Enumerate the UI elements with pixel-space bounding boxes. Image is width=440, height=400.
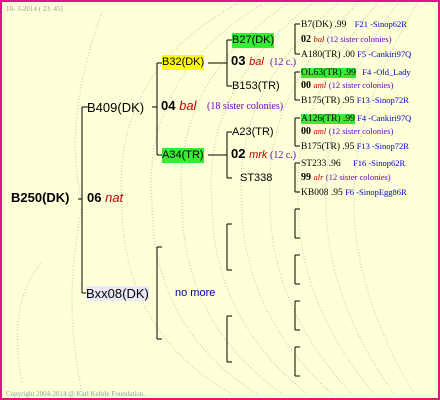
ggf-queen-code[interactable]: B153(TR) — [232, 79, 280, 94]
grandfather-queen-code[interactable]: A34(TR) — [162, 148, 204, 163]
ancestor-entry[interactable]: OL63(TR) .99 F4 -Old_Lady — [301, 66, 411, 79]
father-no-more-note: no more — [175, 287, 216, 299]
ancestor-entry[interactable]: A126(TR) .99 F4 -Cankiri97Q — [301, 112, 411, 125]
father-queen-code[interactable]: Bxx08(DK) — [86, 286, 149, 301]
mother-generation: 04 bal — [161, 98, 197, 113]
ancestor-entry[interactable]: A180(TR) .00 F5 -Cankiri97Q — [301, 48, 411, 61]
grandmother-generation: 03 bal — [231, 53, 264, 68]
ggm-breed-line: 02 bal (12 sister colonies) — [301, 34, 392, 45]
ggm-queen-code[interactable]: B27(DK) — [232, 33, 275, 48]
gf2-breed-line: 99 alr (12 sister colonies) — [301, 172, 391, 183]
mother-queen-code[interactable]: B409(DK) — [87, 100, 144, 115]
ancestor-entry[interactable]: B175(TR) .95 F13 -Sinop72R — [301, 140, 409, 153]
pedigree-panel: 18- 3-2014 ( 23: 45) B250(DK) 06 nat B40… — [0, 0, 440, 400]
gm2-queen-code[interactable]: A23(TR) — [232, 125, 274, 140]
copyright-footer: Copyright 2004-2014 @ Karl Kehrle Founda… — [6, 390, 146, 398]
ancestor-entry[interactable]: ST233 .96 F16 -Sinop62R — [301, 157, 405, 170]
root-queen-code[interactable]: B250(DK) — [11, 191, 70, 204]
root-generation: 06 nat — [87, 190, 124, 205]
ancestor-entry[interactable]: B175(TR) .95 F13 -Sinop72R — [301, 94, 409, 107]
grandfather-sister-count[interactable]: (12 c.) — [270, 150, 296, 162]
ancestor-entry[interactable]: B7(DK) .99 F21 -Sinop62R — [301, 18, 407, 31]
grandfather-generation: 02 mrk — [231, 146, 268, 161]
date-header: 18- 3-2014 ( 23: 45) — [6, 5, 63, 13]
ggf-breed-line: 00 aml (12 sister colonies) — [301, 80, 394, 91]
grandmother-sister-count[interactable]: (12 c.) — [270, 57, 296, 69]
gm2-breed-line: 00 aml (12 sister colonies) — [301, 126, 394, 137]
gf2-queen-code[interactable]: ST338 — [240, 171, 272, 186]
ancestor-entry[interactable]: KB008 .95 F6 -SinopEgg86R — [301, 186, 407, 199]
mother-sister-count[interactable]: (18 sister colonies) — [207, 101, 283, 113]
grandmother-queen-code[interactable]: B32(DK) — [162, 55, 205, 70]
